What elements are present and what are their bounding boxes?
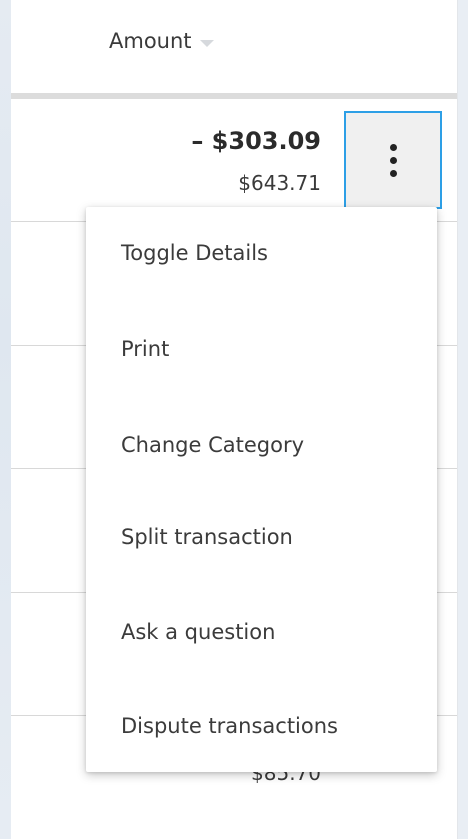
menu-item-split-transaction[interactable]: Split transaction (121, 525, 293, 549)
row-actions-menu: Toggle Details Print Change Category Spl… (86, 207, 437, 772)
page-background-right (458, 0, 468, 839)
menu-item-ask-question[interactable]: Ask a question (121, 620, 275, 644)
table-row: – $303.09 $643.71 (11, 99, 457, 222)
amount-column-label: Amount (109, 29, 192, 53)
menu-item-dispute-transactions[interactable]: Dispute transactions (121, 714, 338, 738)
menu-item-change-category[interactable]: Change Category (121, 433, 304, 457)
transaction-amount: – $303.09 (191, 127, 321, 155)
transaction-balance: $643.71 (238, 171, 321, 195)
page-background-left (0, 0, 11, 839)
amount-column-header[interactable]: Amount (109, 29, 214, 53)
row-actions-button[interactable] (344, 111, 442, 209)
kebab-vertical-icon (389, 143, 397, 177)
menu-item-toggle-details[interactable]: Toggle Details (121, 241, 268, 265)
table-header: Amount (11, 0, 457, 93)
menu-item-print[interactable]: Print (121, 337, 169, 361)
caret-down-icon (199, 39, 214, 47)
